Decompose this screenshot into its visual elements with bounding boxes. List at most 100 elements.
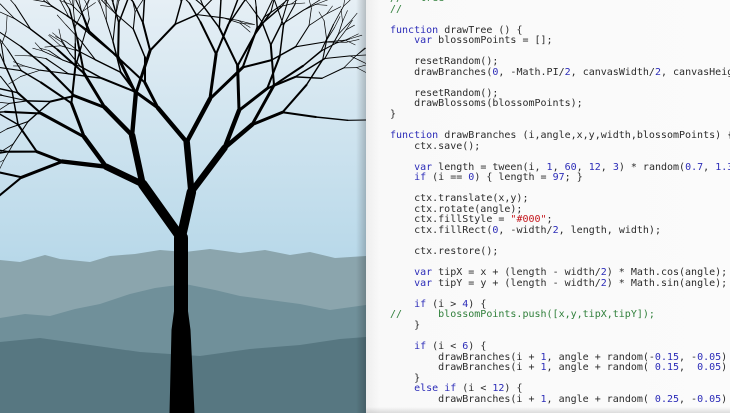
code-token: , angle + random(: [546, 362, 655, 374]
tree-scene-svg: [0, 0, 366, 413]
code-line[interactable]: var blossomPoints = [];: [390, 35, 730, 47]
code-token: ) * Math.P: [721, 351, 728, 363]
code-token: , canvasHeight,: [660, 66, 730, 78]
code-line[interactable]: drawBranches(i + 1, angle + random( 0.25…: [390, 393, 730, 406]
tree-canvas: [0, 0, 366, 413]
code-token: ,: [679, 362, 698, 374]
code-token: length = tween(i,: [432, 161, 547, 173]
code-token: var: [414, 277, 433, 289]
code-token: , length, width);: [558, 225, 661, 237]
code-token: 0.05: [697, 362, 722, 374]
code-token: 0.15: [654, 362, 680, 374]
code-token: 0.25: [654, 393, 680, 405]
code-token: ,: [552, 161, 565, 173]
code-token: function: [390, 130, 439, 142]
code-token: 97: [552, 172, 565, 184]
code-token: ctx.rotate(angle);: [390, 203, 523, 215]
code-token: tipY = y + (length - width/: [432, 277, 601, 289]
code-token: (i >: [426, 298, 463, 310]
code-token: ;: [546, 214, 553, 226]
code-token: , angle + random(: [546, 393, 655, 405]
code-token: , -Math.PI/: [498, 66, 565, 78]
code-token: , canvasWidth/: [570, 66, 655, 78]
code-token: ctx.translate(x,y);: [390, 193, 529, 205]
code-token: ,: [600, 161, 613, 173]
code-token: ctx.fillStyle =: [390, 214, 511, 226]
code-token: drawBranches(i +: [390, 393, 541, 405]
code-token: drawBranches(: [390, 66, 493, 78]
code-token: blossomPoints = [];: [432, 35, 553, 47]
tree-branch: [117, 21, 120, 59]
code-token: drawBlossoms(blossomPoints);: [390, 98, 583, 110]
code-token: , -: [679, 351, 698, 363]
code-line[interactable]: drawBlossoms(blossomPoints);: [390, 99, 730, 110]
code-token: }: [390, 319, 421, 331]
code-token: }: [390, 109, 397, 121]
code-token: ) { length =: [474, 172, 553, 184]
code-token: ctx.fillRect(: [390, 225, 493, 237]
code-token: , -width/: [498, 225, 553, 237]
code-token: if: [414, 341, 427, 353]
tree-branch: [236, 64, 241, 112]
code-line[interactable]: ctx.fillRect(0, -width/2, length, width)…: [390, 225, 730, 237]
code-token: 12: [492, 383, 505, 395]
code-editor[interactable]: // tree//function drawTree () { var blos…: [366, 0, 730, 413]
code-token: ) * Math.P: [721, 362, 728, 374]
code-token: var: [414, 161, 433, 173]
code-token: ) * random(: [618, 161, 686, 173]
code-token: drawTree () {: [438, 24, 523, 36]
code-token: tipX = x + (length - width/: [432, 267, 601, 279]
code-token: var: [414, 267, 433, 279]
code-token: ,: [703, 161, 716, 173]
code-token: drawBranches(i +: [390, 362, 541, 374]
code-token: //: [390, 3, 403, 15]
code-token: 60: [564, 161, 577, 173]
code-token: drawBranches(i +: [390, 351, 541, 363]
code-token: ) {: [504, 383, 523, 395]
code-token: ; }: [564, 172, 583, 184]
code-token: 0.05: [697, 351, 722, 363]
code-line[interactable]: ctx.save();: [390, 141, 730, 153]
code-token: ) * Math.P: [721, 393, 728, 405]
editor-bottom-shadow: [366, 407, 730, 413]
code-token: ) * Math.sin(angle);: [606, 277, 728, 289]
code-token: resetRandom();: [390, 56, 499, 68]
code-line[interactable]: ctx.restore();: [390, 246, 730, 258]
code-token: 1.3: [715, 161, 730, 173]
code-line[interactable]: drawBranches(i + 1, angle + random( 0.15…: [390, 362, 730, 374]
code-text[interactable]: // tree//function drawTree () { var blos…: [390, 0, 730, 405]
code-token: drawBranches (i,angle,x,y,width,blossomP…: [438, 130, 730, 142]
code-token: var: [414, 35, 433, 47]
code-line[interactable]: var tipY = y + (length - width/2) * Math…: [390, 277, 730, 290]
code-line[interactable]: }: [390, 319, 730, 332]
code-line[interactable]: drawBranches(0, -Math.PI/2, canvasWidth/…: [390, 66, 730, 79]
code-token: ) {: [468, 298, 487, 310]
code-token: else if: [414, 383, 457, 395]
code-token: if: [414, 298, 427, 310]
code-token: ctx.restore();: [390, 246, 499, 258]
code-line[interactable]: //: [390, 3, 730, 16]
code-line[interactable]: }: [390, 109, 730, 121]
code-token: (i <: [426, 341, 463, 353]
code-token: (i ==: [426, 172, 469, 184]
code-token: ,: [576, 161, 589, 173]
code-token: (i <: [456, 383, 493, 395]
code-token: // blossomPoints.push([x,y,tipX,tipY]);: [390, 309, 655, 321]
code-token: 0.7: [685, 161, 704, 173]
code-token: , angle + random(-: [546, 351, 655, 363]
code-token: ) * Math.cos(angle);: [606, 267, 728, 279]
code-line[interactable]: if (i == 0) { length = 97; }: [390, 173, 730, 184]
code-line[interactable]: // blossomPoints.push([x,y,tipX,tipY]);: [390, 310, 730, 321]
code-token: ) {: [468, 341, 487, 353]
code-token: 0.15: [654, 351, 680, 363]
code-token: "#000": [510, 214, 547, 226]
code-token: }: [390, 372, 421, 384]
code-token: , -: [679, 393, 698, 405]
